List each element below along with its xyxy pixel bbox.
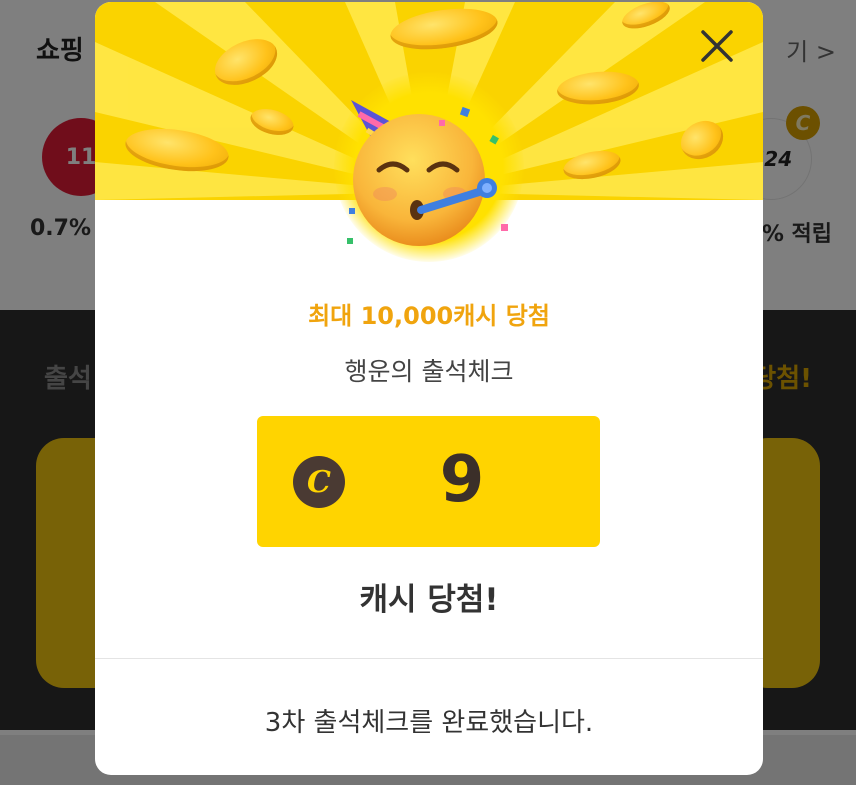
cash-coin-icon: C [293, 456, 345, 508]
attendance-result-modal: 최대 10,000캐시 당첨 행운의 출석체크 C 9 캐시 당첨! 3차 출석… [95, 2, 763, 775]
reward-result-box: C 9 [257, 416, 600, 547]
close-icon [701, 30, 733, 62]
reward-amount: 9 [439, 443, 485, 517]
partying-face-emoji-icon [347, 100, 508, 246]
close-button[interactable] [695, 24, 739, 68]
max-reward-subtitle: 최대 10,000캐시 당첨 [308, 302, 550, 330]
completion-message: 3차 출석체크를 완료했습니다. [264, 708, 594, 738]
event-title: 행운의 출석체크 [344, 357, 514, 386]
divider [95, 658, 763, 659]
win-message: 캐시 당첨! [359, 582, 499, 618]
